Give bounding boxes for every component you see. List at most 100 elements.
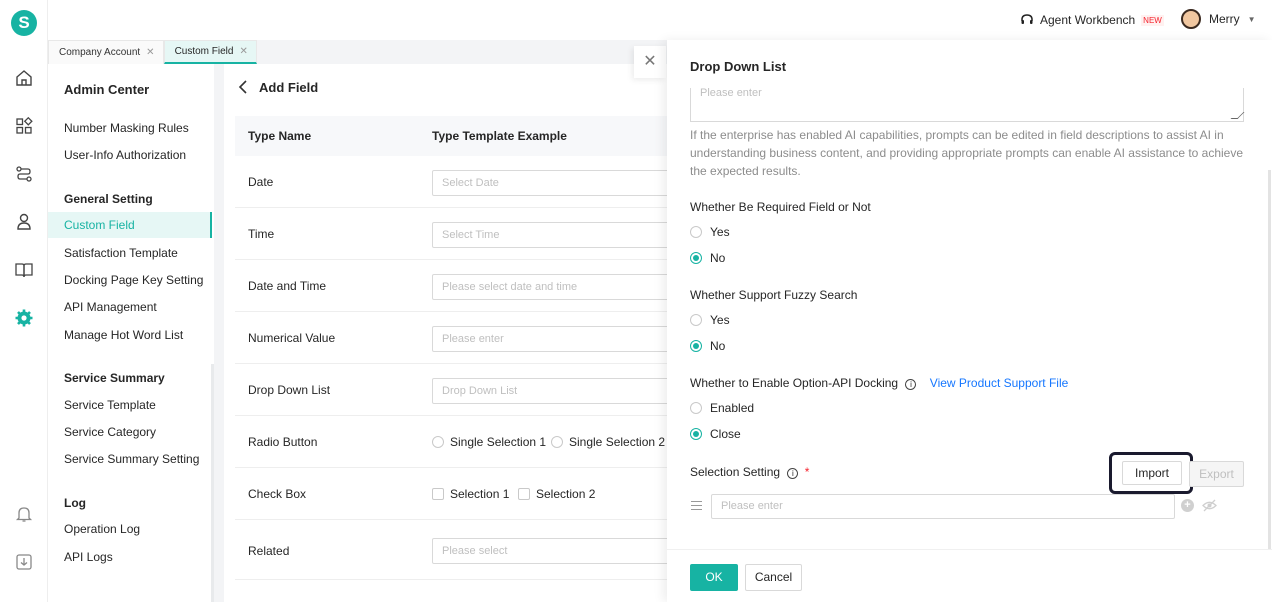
flow-icon[interactable] xyxy=(14,164,34,184)
number-input-example[interactable]: Please enter xyxy=(432,326,672,352)
checkbox-option-label: Selection 1 xyxy=(450,487,510,501)
date-picker-example[interactable]: Select Date xyxy=(432,170,672,196)
sidebar-item-custom-field[interactable]: Custom Field xyxy=(64,218,135,232)
drawer-close-button[interactable]: ✕ xyxy=(634,46,666,78)
sidebar-item-number-masking-rules[interactable]: Number Masking Rules xyxy=(64,121,189,135)
sidebar-item-api-management[interactable]: API Management xyxy=(64,300,157,314)
checkbox-option-example[interactable]: Selection 1 xyxy=(432,487,509,501)
radio-option-label: Single Selection 1 xyxy=(450,435,547,449)
checkbox-option-example[interactable]: Selection 2 xyxy=(518,487,595,501)
close-icon[interactable]: ✕ xyxy=(239,46,247,57)
drawer-scrollbar[interactable] xyxy=(1268,170,1271,550)
radio-circle xyxy=(432,436,444,448)
api-enabled-radio[interactable]: Enabled xyxy=(690,401,754,415)
ai-prompt-hint: If the enterprise has enabled AI capabil… xyxy=(690,128,1244,178)
sidebar-scrollbar[interactable] xyxy=(211,364,214,602)
api-close-radio[interactable]: Close xyxy=(690,427,741,441)
radio-circle xyxy=(690,402,702,414)
drawer-title: Drop Down List xyxy=(690,59,787,74)
radio-label: No xyxy=(710,251,726,265)
row-type-name: Numerical Value xyxy=(248,331,336,345)
radio-circle xyxy=(551,436,563,448)
dropdown-example[interactable]: Drop Down List xyxy=(432,378,672,404)
table-row: Date and Time Please select date and tim… xyxy=(235,260,672,312)
import-highlight: Import xyxy=(1109,452,1193,494)
user-menu[interactable]: Merry ▼ xyxy=(1181,9,1256,29)
sidebar-group-general-setting: General Setting xyxy=(64,192,153,206)
ok-button[interactable]: OK xyxy=(690,564,738,591)
bell-icon[interactable] xyxy=(14,504,34,524)
add-option-icon[interactable]: + xyxy=(1181,499,1194,512)
chevron-left-icon[interactable] xyxy=(238,80,248,97)
eye-hidden-icon[interactable] xyxy=(1202,499,1217,515)
user-name: Merry xyxy=(1209,12,1240,26)
col-type-name: Type Name xyxy=(248,129,312,143)
cancel-button[interactable]: Cancel xyxy=(745,564,802,591)
avatar xyxy=(1181,9,1201,29)
left-rail: S xyxy=(0,0,48,602)
sidebar-group-service-summary: Service Summary xyxy=(64,371,165,385)
radio-option-label: Single Selection 2 xyxy=(569,435,666,449)
sidebar-item-service-category[interactable]: Service Category xyxy=(64,425,156,439)
row-type-name: Date xyxy=(248,175,274,189)
radio-label: No xyxy=(710,339,726,353)
api-docking-label: Whether to Enable Option-API Docking xyxy=(690,376,899,390)
table-row: Numerical Value Please enter xyxy=(235,312,672,364)
radio-selected xyxy=(690,428,702,440)
sidebar-item-manage-hot-word-list[interactable]: Manage Hot Word List xyxy=(64,328,183,342)
tab-company-account[interactable]: Company Account ✕ xyxy=(48,40,164,64)
sidebar-item-satisfaction-template[interactable]: Satisfaction Template xyxy=(64,246,178,260)
sidebar-item-api-logs[interactable]: API Logs xyxy=(64,550,113,564)
radio-option-example[interactable]: Single Selection 1 xyxy=(432,435,546,449)
fuzzy-yes-radio[interactable]: Yes xyxy=(690,313,730,327)
apps-icon[interactable] xyxy=(14,116,34,136)
radio-selected xyxy=(690,340,702,352)
table-header: Type Name Type Template Example xyxy=(235,116,668,156)
sidebar-item-operation-log[interactable]: Operation Log xyxy=(64,522,140,536)
agent-workbench-link[interactable]: Agent Workbench NEW xyxy=(1020,13,1164,27)
table-row: Time Select Time xyxy=(235,208,672,260)
app-logo[interactable]: S xyxy=(11,10,37,36)
user-icon[interactable] xyxy=(14,212,34,232)
download-icon[interactable] xyxy=(14,552,34,572)
sidebar-item-user-info-authorization[interactable]: User-Info Authorization xyxy=(64,148,186,162)
info-icon[interactable]: i xyxy=(787,468,799,479)
row-type-name: Time xyxy=(248,227,275,241)
close-icon[interactable]: ✕ xyxy=(146,47,154,58)
datetime-picker-example[interactable]: Please select date and time xyxy=(432,274,672,300)
row-type-name: Check Box xyxy=(248,487,307,501)
row-type-name: Related xyxy=(248,544,290,558)
settings-icon[interactable] xyxy=(14,308,34,328)
textarea-placeholder: Please enter xyxy=(700,87,762,99)
sidebar-item-service-summary-setting[interactable]: Service Summary Setting xyxy=(64,452,199,466)
required-yes-radio[interactable]: Yes xyxy=(690,225,730,239)
field-config-drawer: Drop Down List Please enter If the enter… xyxy=(667,40,1272,602)
api-docking-label-row: Whether to Enable Option-API Docking i V… xyxy=(690,376,1068,390)
checkbox-square xyxy=(432,488,444,500)
required-no-radio[interactable]: No xyxy=(690,251,725,265)
home-icon[interactable] xyxy=(14,68,34,88)
agent-workbench-label: Agent Workbench xyxy=(1040,13,1136,27)
drag-handle-icon[interactable] xyxy=(691,501,702,510)
fuzzy-no-radio[interactable]: No xyxy=(690,339,725,353)
radio-option-example[interactable]: Single Selection 2 xyxy=(551,435,665,449)
info-icon[interactable]: i xyxy=(905,379,917,390)
export-button[interactable]: Export xyxy=(1189,461,1244,487)
option-input[interactable]: Please enter xyxy=(711,494,1175,519)
book-icon[interactable] xyxy=(14,260,34,280)
import-button[interactable]: Import xyxy=(1122,461,1182,485)
checkbox-option-label: Selection 2 xyxy=(536,487,596,501)
selection-setting-label-row: Selection Setting i * xyxy=(690,465,809,479)
top-bar: Agent Workbench NEW Merry ▼ xyxy=(48,0,1272,40)
sidebar-item-service-template[interactable]: Service Template xyxy=(64,398,156,412)
main-content: Add Field Type Name Type Template Exampl… xyxy=(224,64,672,602)
required-asterisk: * xyxy=(804,465,810,479)
required-field-label: Whether Be Required Field or Not xyxy=(690,200,871,214)
related-select-example[interactable]: Please select xyxy=(432,538,672,564)
sidebar-item-docking-page-key-setting[interactable]: Docking Page Key Setting xyxy=(64,273,203,287)
resize-handle[interactable] xyxy=(1230,112,1245,119)
field-description-textarea[interactable]: Please enter xyxy=(690,87,1245,122)
tab-custom-field[interactable]: Custom Field ✕ xyxy=(163,40,257,64)
time-picker-example[interactable]: Select Time xyxy=(432,222,672,248)
view-product-support-link[interactable]: View Product Support File xyxy=(930,376,1069,390)
